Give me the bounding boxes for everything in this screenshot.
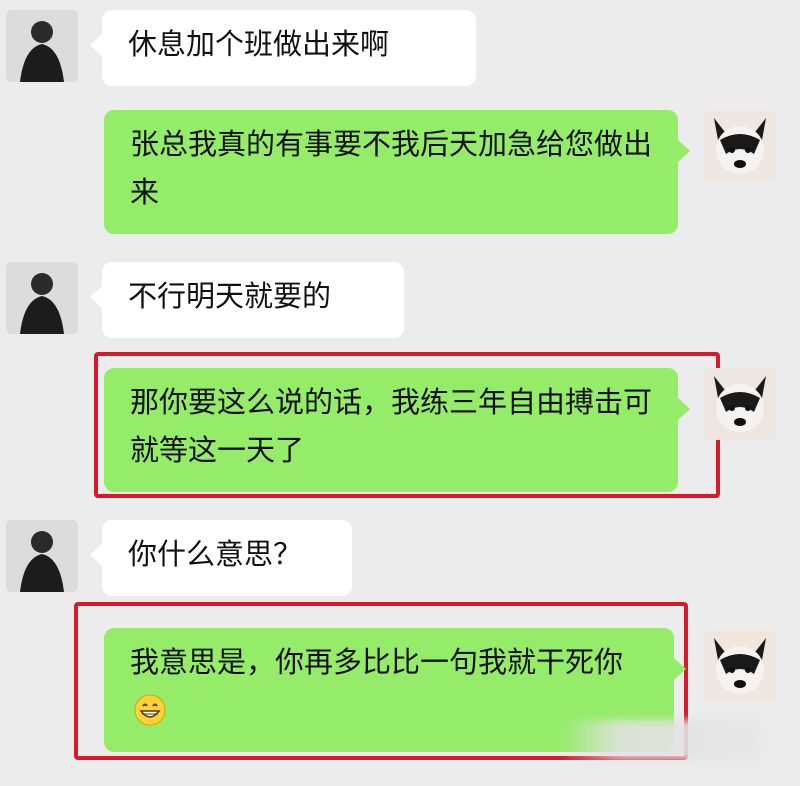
self-avatar[interactable] bbox=[704, 110, 776, 182]
message-bubble-incoming[interactable]: 不行明天就要的 bbox=[90, 262, 404, 338]
husky-dog-icon bbox=[704, 368, 776, 440]
self-avatar[interactable] bbox=[704, 630, 776, 702]
message-text: 你什么意思？ bbox=[128, 537, 303, 571]
husky-dog-icon bbox=[704, 630, 776, 702]
message-text: 张总我真的有事要不我后天加急给您做出来 bbox=[130, 127, 653, 209]
message-bubble-outgoing[interactable]: 那你要这么说的话，我练三年自由搏击可就等这一天了 bbox=[104, 368, 690, 492]
message-text: 那你要这么说的话，我练三年自由搏击可就等这一天了 bbox=[130, 385, 653, 467]
person-photo-icon bbox=[6, 10, 78, 82]
message-bubble-incoming[interactable]: 你什么意思？ bbox=[90, 520, 352, 596]
chat-thread: 休息加个班做出来啊 张总我真的有事要不我后天加急给您做出来 不行明天就要的 那你… bbox=[0, 0, 800, 786]
boss-avatar[interactable] bbox=[6, 520, 78, 592]
self-avatar[interactable] bbox=[704, 368, 776, 440]
boss-avatar[interactable] bbox=[6, 10, 78, 82]
message-text: 我意思是，你再多比比一句我就干死你 bbox=[130, 645, 624, 679]
person-photo-icon bbox=[6, 520, 78, 592]
watermark-blur bbox=[560, 720, 760, 760]
message-bubble-outgoing[interactable]: 张总我真的有事要不我后天加急给您做出来 bbox=[104, 110, 690, 234]
message-text: 不行明天就要的 bbox=[128, 279, 332, 313]
husky-dog-icon bbox=[704, 110, 776, 182]
person-photo-icon bbox=[6, 262, 78, 334]
grinning-face-emoji-icon bbox=[134, 694, 166, 726]
message-text: 休息加个班做出来啊 bbox=[128, 27, 390, 61]
message-bubble-incoming[interactable]: 休息加个班做出来啊 bbox=[90, 10, 476, 86]
boss-avatar[interactable] bbox=[6, 262, 78, 334]
